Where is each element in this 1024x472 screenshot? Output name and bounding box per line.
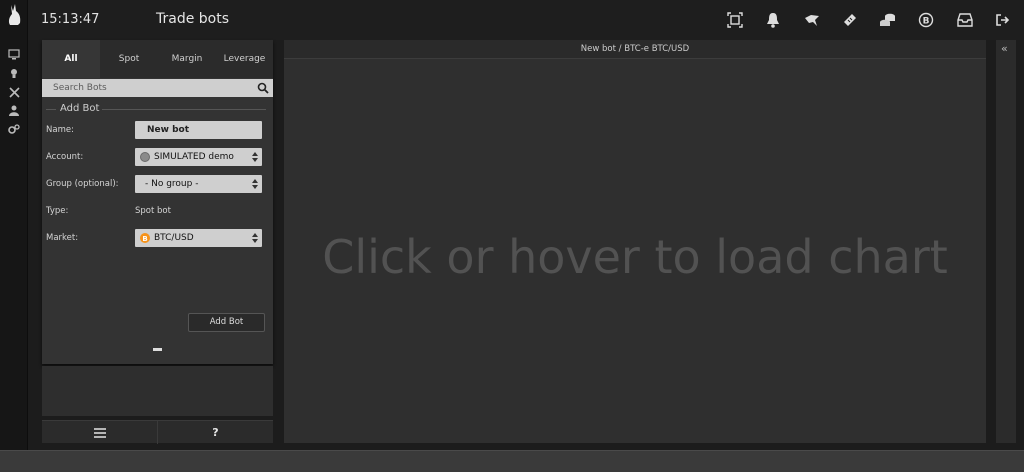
rabbit-logo-icon[interactable] [6, 3, 22, 27]
market-label: Market: [46, 233, 79, 243]
market-value: BTC/USD [154, 233, 194, 243]
group-value: - No group - [145, 179, 199, 189]
name-label: Name: [46, 125, 74, 135]
bell-icon[interactable] [764, 11, 782, 29]
load-chart-hint[interactable]: Click or hover to load chart [284, 230, 986, 284]
search-box [42, 79, 273, 97]
account-status-icon [140, 152, 150, 162]
inbox-icon[interactable] [956, 11, 974, 29]
account-label: Account: [46, 152, 84, 162]
tab-margin[interactable]: Margin [158, 40, 216, 78]
hand-coins-icon[interactable] [803, 11, 821, 29]
type-label: Type: [46, 206, 69, 216]
tools-icon[interactable] [7, 85, 21, 99]
select-arrows-icon [252, 152, 258, 162]
fieldset-line-right [100, 109, 266, 110]
footer-bar [0, 450, 1024, 472]
top-bar: 15:13:47 Trade bots B [28, 0, 1024, 40]
screen-frame-icon[interactable] [726, 11, 744, 29]
tab-leverage[interactable]: Leverage [216, 40, 273, 78]
cogs-icon[interactable] [7, 122, 21, 136]
user-icon[interactable] [7, 103, 21, 117]
name-value: New bot [147, 125, 190, 135]
page-title: Trade bots [156, 11, 230, 27]
bitcoin-refresh-icon[interactable]: B [917, 11, 935, 29]
left-rail [0, 0, 28, 450]
group-select[interactable]: - No group - [135, 175, 262, 193]
svg-text:B: B [923, 17, 930, 27]
search-icon[interactable] [257, 82, 269, 94]
svg-text:B: B [142, 235, 147, 243]
clock: 15:13:47 [41, 12, 100, 27]
bots-list-panel [42, 366, 273, 416]
account-value: SIMULATED demo [154, 152, 234, 162]
logout-icon[interactable] [994, 11, 1012, 29]
monitor-icon[interactable] [7, 47, 21, 61]
app-root: 15:13:47 Trade bots B All Spot Margin Le… [0, 0, 1024, 472]
collapse-minus-icon[interactable] [153, 348, 162, 351]
left-bottom-bar: ? [42, 420, 273, 444]
group-label: Group (optional): [46, 179, 119, 189]
right-collapse-panel: « [996, 40, 1016, 443]
help-button[interactable]: ? [157, 421, 273, 444]
menu-icon[interactable] [42, 421, 157, 444]
type-value: Spot bot [135, 206, 171, 216]
ticket-icon[interactable] [841, 11, 859, 29]
collapse-button[interactable]: « [1001, 42, 1008, 55]
search-input[interactable] [42, 79, 252, 97]
chart-header: New bot / BTC-e BTC/USD [284, 40, 986, 59]
select-arrows-icon [252, 233, 258, 243]
bitcoin-icon: B [140, 233, 150, 243]
market-select[interactable]: B BTC/USD [135, 229, 262, 247]
add-bot-button[interactable]: Add Bot [188, 313, 265, 332]
coins-stack-icon[interactable] [879, 11, 897, 29]
fieldset-line-left [46, 109, 56, 110]
name-field[interactable]: New bot [135, 121, 262, 139]
select-arrows-icon [252, 179, 258, 189]
add-bot-legend: Add Bot [57, 103, 103, 114]
tab-all[interactable]: All [42, 40, 100, 78]
tab-spot[interactable]: Spot [100, 40, 158, 78]
account-select[interactable]: SIMULATED demo [135, 148, 262, 166]
chart-panel: New bot / BTC-e BTC/USD Click or hover t… [284, 40, 986, 443]
bot-type-tabs: All Spot Margin Leverage [42, 40, 273, 78]
lightbulb-icon[interactable] [7, 66, 21, 80]
